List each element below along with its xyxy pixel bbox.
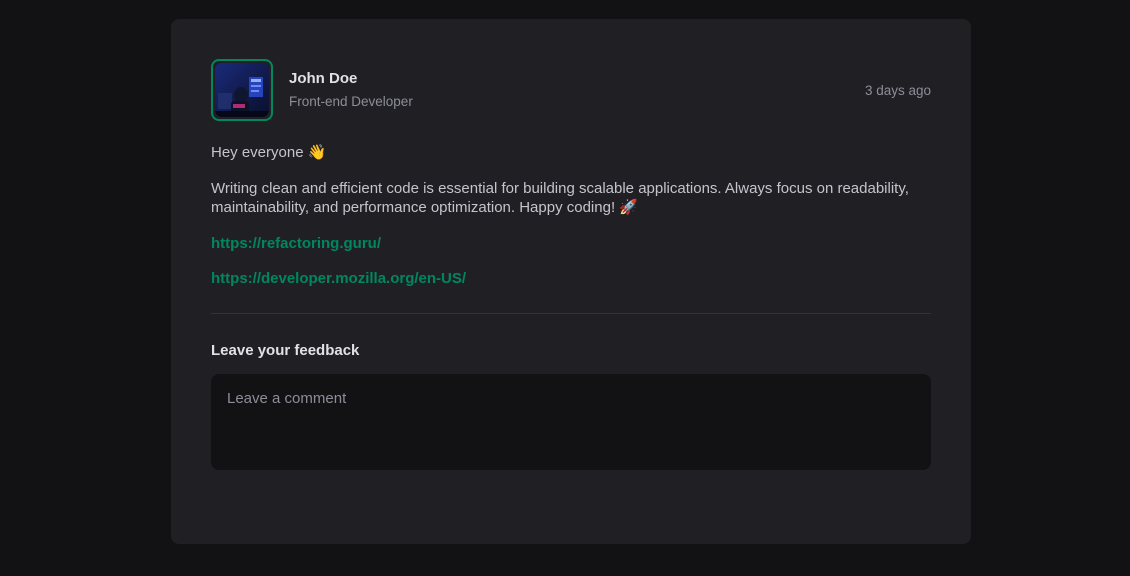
- author-info: John Doe Front-end Developer: [289, 67, 413, 113]
- post-time: 3 days ago: [864, 82, 931, 98]
- post-header: John Doe Front-end Developer 3 days ago: [211, 59, 931, 121]
- avatar-image: [215, 63, 269, 117]
- post-body: Writing clean and efficient code is esse…: [211, 179, 909, 217]
- author-role: Front-end Developer: [289, 94, 413, 110]
- divider: [211, 312, 931, 314]
- author-name: John Doe: [289, 70, 358, 88]
- post-link-item: https://developer.mozilla.org/en-US/: [211, 269, 931, 289]
- post-greeting: Hey everyone 👋: [211, 144, 327, 161]
- post-content: Hey everyone 👋 Writing clean and efficie…: [211, 143, 931, 289]
- comment-input[interactable]: [211, 373, 931, 470]
- post-card: John Doe Front-end Developer 3 days ago …: [171, 19, 971, 544]
- comment-form: Leave your feedback: [211, 342, 931, 470]
- avatar[interactable]: [211, 59, 273, 121]
- post-author: John Doe Front-end Developer: [211, 59, 413, 121]
- feedback-title: Leave your feedback: [211, 341, 360, 359]
- link-refactoring-guru[interactable]: https://refactoring.guru/: [211, 235, 381, 252]
- post-link-item: https://refactoring.guru/: [211, 234, 931, 254]
- link-mdn[interactable]: https://developer.mozilla.org/en-US/: [211, 270, 466, 287]
